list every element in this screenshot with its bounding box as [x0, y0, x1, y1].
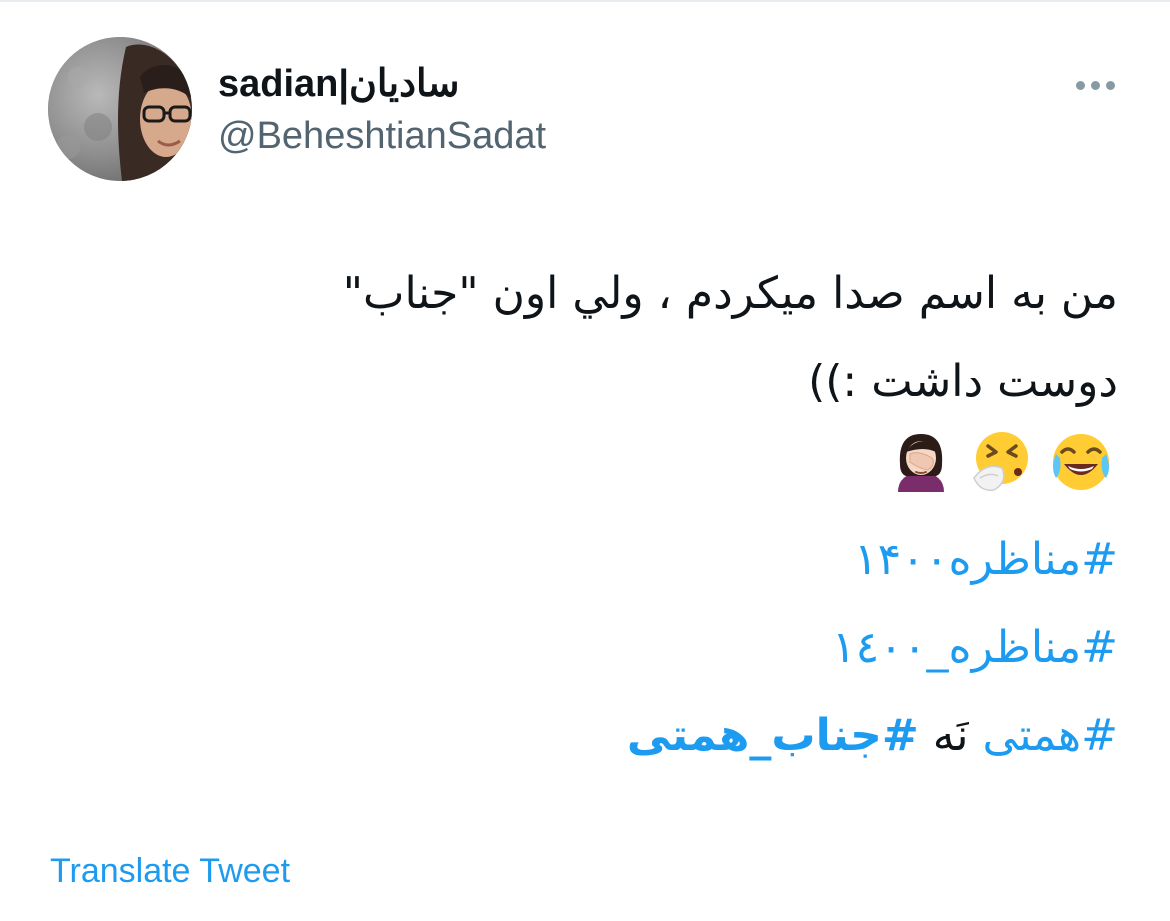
hashtag-link[interactable]: #همتی: [983, 710, 1118, 761]
tweet-word: نَه: [919, 710, 969, 761]
author-display-name[interactable]: sadian|سادیان: [218, 62, 459, 106]
emoji-row: [888, 428, 1114, 498]
hashtag-link[interactable]: #مناظره_١٤٠٠: [832, 618, 1118, 678]
tweet-text-last-line: #همتی نَه #جناب_همتی: [627, 706, 1118, 766]
more-options-button[interactable]: [1068, 70, 1122, 100]
translate-tweet-link[interactable]: Translate Tweet: [50, 850, 290, 892]
author-handle[interactable]: @BeheshtianSadat: [218, 114, 546, 158]
tweet-text-line: دوست داشت :)): [808, 356, 1118, 407]
more-horizontal-icon: [1105, 80, 1115, 90]
sneezing-face-icon: [973, 432, 1028, 491]
hashtag-link[interactable]: #مناظره۱۴۰۰: [854, 530, 1118, 590]
hashtag-link[interactable]: #جناب_همتی: [627, 710, 919, 761]
tweet-text-line: من به اسم صدا میکردم ، ولي اون "جناب": [342, 268, 1118, 319]
tweet-text: من به اسم صدا میکردم ، ولي اون "جناب" دو…: [118, 250, 1118, 426]
woman-facepalming-icon: [898, 434, 944, 492]
face-with-tears-of-joy-icon: [1053, 434, 1109, 490]
more-horizontal-icon: [1075, 80, 1085, 90]
tweet-word-text: نَه: [932, 710, 969, 761]
tweet-card: sadian|سادیان @BeheshtianSadat من به اسم…: [0, 0, 1170, 921]
avatar[interactable]: [48, 37, 192, 181]
more-horizontal-icon: [1090, 80, 1100, 90]
